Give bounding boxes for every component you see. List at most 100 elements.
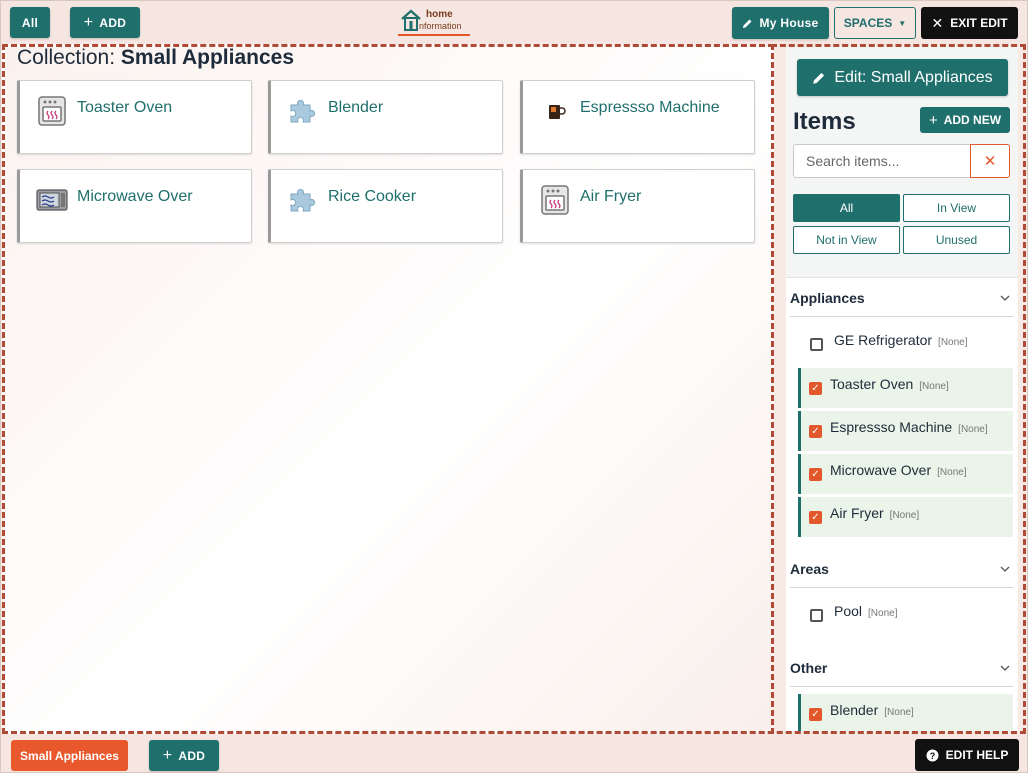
search-input[interactable]: Search items... xyxy=(793,144,971,178)
item-name: GE Refrigerator [None] xyxy=(834,332,968,348)
list-item[interactable]: ✓ Blender [None] xyxy=(798,694,1013,731)
divider xyxy=(790,686,1013,687)
edit-help-button[interactable]: ? EDIT HELP xyxy=(915,739,1019,771)
list-item[interactable]: GE Refrigerator [None] xyxy=(798,324,1013,364)
svg-text:?: ? xyxy=(929,751,935,761)
search-placeholder: Search items... xyxy=(806,153,900,169)
close-icon: ✕ xyxy=(983,153,997,170)
edit-help-label: EDIT HELP xyxy=(945,748,1009,762)
item-card-label: Toaster Oven xyxy=(77,99,173,116)
item-name: Toaster Oven [None] xyxy=(830,376,949,392)
item-card[interactable]: Blender xyxy=(268,80,503,154)
logo-text-home: home xyxy=(426,9,453,20)
filter-unused[interactable]: Unused xyxy=(903,226,1010,254)
item-card-label: Microwave Over xyxy=(77,188,193,205)
item-checkbox-checked[interactable]: ✓ xyxy=(809,708,822,721)
pencil-icon xyxy=(743,19,752,28)
list-item[interactable]: ✓ Espressso Machine [None] xyxy=(798,411,1013,451)
collection-title-name: Small Appliances xyxy=(120,46,295,69)
chevron-down-icon[interactable] xyxy=(1000,293,1010,303)
group-header-appliances[interactable]: Appliances xyxy=(790,290,865,306)
item-card[interactable]: Microwave Over xyxy=(17,169,252,243)
bottom-add-label: ADD xyxy=(178,748,206,763)
exit-edit-label: EXIT EDIT xyxy=(950,16,1008,30)
exit-edit-button[interactable]: ✕ EXIT EDIT xyxy=(921,7,1018,39)
item-name: Pool [None] xyxy=(834,603,898,619)
dashed-border xyxy=(771,44,774,734)
my-house-button[interactable]: My House xyxy=(732,7,829,39)
group-header-other[interactable]: Other xyxy=(790,660,827,676)
add-button-label: ADD xyxy=(99,15,127,30)
item-card[interactable]: Espressso Machine xyxy=(520,80,755,154)
my-house-label: My House xyxy=(759,16,819,30)
all-button[interactable]: All xyxy=(10,7,50,38)
close-icon: ✕ xyxy=(931,14,944,31)
list-item[interactable]: ✓ Microwave Over [None] xyxy=(798,454,1013,494)
add-button[interactable]: + ADD xyxy=(70,7,140,38)
group-header-areas[interactable]: Areas xyxy=(790,561,829,577)
list-item[interactable]: ✓ Toaster Oven [None] xyxy=(798,368,1013,408)
chevron-down-icon[interactable] xyxy=(1000,663,1010,673)
item-checkbox-checked[interactable]: ✓ xyxy=(809,468,822,481)
filter-in-view[interactable]: In View xyxy=(903,194,1010,222)
item-checkbox[interactable] xyxy=(810,338,823,351)
list-item[interactable]: ✓ Air Fryer [None] xyxy=(798,497,1013,537)
spaces-label: SPACES xyxy=(843,16,893,30)
add-new-button[interactable]: + ADD NEW xyxy=(920,107,1010,133)
clear-search-button[interactable]: ✕ xyxy=(970,144,1010,178)
collection-button[interactable]: Small Appliances xyxy=(11,740,128,771)
item-name: Microwave Over [None] xyxy=(830,462,967,478)
item-name: Espressso Machine [None] xyxy=(830,419,988,435)
microwave-icon xyxy=(36,189,68,211)
item-card-label: Blender xyxy=(328,99,384,116)
item-checkbox-checked[interactable]: ✓ xyxy=(809,511,822,524)
top-bar: All + ADD home nformation My House SPACE… xyxy=(0,0,1028,44)
item-checkbox[interactable] xyxy=(810,609,823,622)
all-button-label: All xyxy=(21,15,39,30)
edit-collection-button[interactable]: Edit: Small Appliances xyxy=(797,59,1008,96)
plus-icon: + xyxy=(162,746,173,764)
filter-not-in-view[interactable]: Not in View xyxy=(793,226,900,254)
group-title: Areas xyxy=(790,561,829,577)
bottom-bar: Small Appliances + ADD ? EDIT HELP xyxy=(0,734,1028,773)
caret-down-icon: ▼ xyxy=(898,18,907,28)
collection-button-label: Small Appliances xyxy=(20,748,119,763)
add-new-label: ADD NEW xyxy=(943,113,1002,127)
bottom-add-button[interactable]: + ADD xyxy=(149,740,219,771)
list-item[interactable]: Pool [None] xyxy=(798,595,1013,635)
collection-title-prefix: Collection: xyxy=(17,46,116,69)
items-heading: Items xyxy=(793,108,856,135)
filter-label: All xyxy=(839,201,854,215)
item-card[interactable]: Rice Cooker xyxy=(268,169,503,243)
filter-label: In View xyxy=(936,201,977,215)
dashed-border xyxy=(1023,44,1026,734)
sidebar-header: Edit: Small Appliances Items + ADD NEW S… xyxy=(786,47,1018,278)
puzzle-icon xyxy=(290,99,316,123)
item-checkbox-checked[interactable]: ✓ xyxy=(809,382,822,395)
coffee-icon xyxy=(549,105,566,119)
divider xyxy=(790,316,1013,317)
plus-icon: + xyxy=(928,111,938,129)
spaces-dropdown[interactable]: SPACES ▼ xyxy=(834,7,916,39)
item-card-label: Espressso Machine xyxy=(580,99,720,116)
puzzle-icon xyxy=(290,188,316,212)
help-icon: ? xyxy=(926,749,939,761)
edit-collection-label: Edit: Small Appliances xyxy=(834,68,993,86)
item-card[interactable]: Air Fryer xyxy=(520,169,755,243)
item-checkbox-checked[interactable]: ✓ xyxy=(809,425,822,438)
item-card[interactable]: Toaster Oven xyxy=(17,80,252,154)
item-card-label: Rice Cooker xyxy=(328,188,417,205)
collection-title: Collection: Small Appliances xyxy=(17,46,294,70)
home-information-logo[interactable]: home nformation xyxy=(398,6,470,36)
filter-all[interactable]: All xyxy=(793,194,900,222)
group-title: Appliances xyxy=(790,290,865,306)
oven-icon xyxy=(541,185,569,215)
item-name: Air Fryer [None] xyxy=(830,505,920,521)
chevron-down-icon[interactable] xyxy=(1000,564,1010,574)
plus-icon: + xyxy=(83,13,94,31)
filter-label: Unused xyxy=(935,233,978,247)
item-name: Blender [None] xyxy=(830,702,914,718)
oven-icon xyxy=(38,96,66,126)
filter-label: Not in View xyxy=(816,233,877,247)
pencil-icon xyxy=(813,72,825,84)
